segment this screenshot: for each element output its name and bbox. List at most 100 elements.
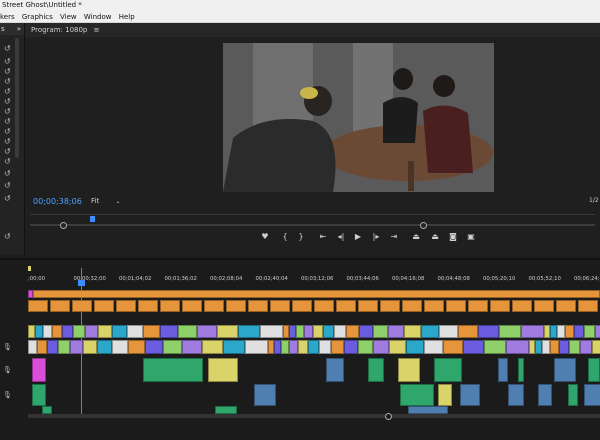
clip[interactable] xyxy=(223,340,245,354)
clip[interactable] xyxy=(298,340,308,354)
history-step-icon[interactable]: ↺ xyxy=(4,128,12,136)
clip[interactable] xyxy=(368,358,384,382)
clip[interactable] xyxy=(37,340,47,354)
step-back-icon[interactable]: ◂| xyxy=(335,231,347,243)
go-to-in-icon[interactable]: ⇤ xyxy=(317,231,329,243)
clip[interactable] xyxy=(398,358,420,382)
clip[interactable] xyxy=(446,300,466,312)
clip[interactable] xyxy=(358,300,378,312)
menu-item-markers[interactable]: kers xyxy=(0,13,15,21)
history-step-icon[interactable]: ↺ xyxy=(4,88,12,96)
clip[interactable] xyxy=(424,300,444,312)
clip[interactable] xyxy=(83,340,97,354)
clip[interactable] xyxy=(160,300,180,312)
program-monitor-tab[interactable]: Program: 1080p ≡ xyxy=(25,23,600,37)
clip[interactable] xyxy=(245,340,268,354)
clip[interactable] xyxy=(331,340,344,354)
clip[interactable] xyxy=(373,340,389,354)
play-icon[interactable]: ▶ xyxy=(352,231,364,243)
clip[interactable] xyxy=(70,340,83,354)
clip[interactable] xyxy=(73,325,85,338)
clip[interactable] xyxy=(85,325,98,338)
marker-track-top[interactable] xyxy=(28,290,600,298)
clip[interactable] xyxy=(550,340,559,354)
clip[interactable] xyxy=(402,300,422,312)
clip[interactable] xyxy=(463,340,484,354)
clip[interactable] xyxy=(47,340,58,354)
history-step-icon[interactable]: ↺ xyxy=(4,195,12,203)
zoom-handle-left[interactable] xyxy=(60,222,67,229)
clip[interactable] xyxy=(542,340,550,354)
clip[interactable] xyxy=(163,340,182,354)
history-step-icon[interactable]: ↺ xyxy=(4,138,12,146)
clip[interactable] xyxy=(568,384,578,406)
clip[interactable] xyxy=(43,325,52,338)
clip[interactable] xyxy=(478,325,499,338)
playhead-timecode[interactable]: 00;00;38;06 xyxy=(33,197,82,206)
clip[interactable] xyxy=(50,300,70,312)
clip[interactable] xyxy=(202,340,223,354)
menu-item-view[interactable]: View xyxy=(60,13,77,21)
clip[interactable] xyxy=(506,340,529,354)
clip[interactable] xyxy=(281,340,289,354)
clip[interactable] xyxy=(584,325,595,338)
clip[interactable] xyxy=(274,340,281,354)
panel-overflow-icon[interactable]: » xyxy=(17,23,21,35)
mark-in-icon[interactable]: { xyxy=(279,231,291,243)
clip[interactable] xyxy=(208,358,238,382)
clip[interactable] xyxy=(406,340,424,354)
clip[interactable] xyxy=(534,300,554,312)
clip[interactable] xyxy=(468,300,488,312)
zoom-handle-right[interactable] xyxy=(420,222,427,229)
clip[interactable] xyxy=(143,325,160,338)
clip[interactable] xyxy=(404,325,421,338)
clip[interactable] xyxy=(289,340,298,354)
clip[interactable] xyxy=(197,325,217,338)
clip[interactable] xyxy=(458,325,478,338)
video-track-v2[interactable] xyxy=(28,325,600,338)
clip[interactable] xyxy=(323,325,334,338)
clip[interactable] xyxy=(565,325,574,338)
history-step-icon[interactable]: ↺ xyxy=(4,170,12,178)
history-step-icon[interactable]: ↺ xyxy=(4,233,12,241)
clip[interactable] xyxy=(127,325,143,338)
menu-item-help[interactable]: Help xyxy=(119,13,135,21)
clip[interactable] xyxy=(35,325,43,338)
clip[interactable] xyxy=(304,325,313,338)
lift-icon[interactable]: ⏏ xyxy=(410,231,422,243)
export-frame-icon[interactable]: ◙ xyxy=(447,231,459,243)
clip[interactable] xyxy=(557,325,565,338)
clip[interactable] xyxy=(359,325,373,338)
history-step-icon[interactable]: ↺ xyxy=(4,158,12,166)
work-area-marker[interactable] xyxy=(28,266,31,271)
clip[interactable] xyxy=(388,325,404,338)
history-step-icon[interactable]: ↺ xyxy=(4,118,12,126)
clip[interactable] xyxy=(215,406,237,414)
clip[interactable] xyxy=(97,340,112,354)
clip[interactable] xyxy=(512,300,532,312)
clip[interactable] xyxy=(289,325,296,338)
clip[interactable] xyxy=(373,325,388,338)
clip[interactable] xyxy=(112,340,128,354)
history-step-icon[interactable]: ↺ xyxy=(4,68,12,76)
clip[interactable] xyxy=(498,358,508,382)
clip[interactable] xyxy=(226,300,246,312)
audio-track-a1[interactable] xyxy=(28,358,600,382)
history-step-icon[interactable]: ↺ xyxy=(4,108,12,116)
clip[interactable] xyxy=(145,340,163,354)
clip[interactable] xyxy=(443,340,463,354)
clip[interactable] xyxy=(28,325,35,338)
clip[interactable] xyxy=(424,340,443,354)
clip[interactable] xyxy=(217,325,238,338)
clip[interactable] xyxy=(116,300,136,312)
menu-item-window[interactable]: Window xyxy=(84,13,112,21)
compare-view-icon[interactable]: ▣ xyxy=(465,231,477,243)
clip[interactable] xyxy=(313,325,323,338)
clip[interactable] xyxy=(94,300,114,312)
timeline-ruler[interactable]: ;00;00 00;00;32;00 00;01;04;02 00;01;36;02 0… xyxy=(28,272,600,286)
clip[interactable] xyxy=(254,384,276,406)
clip[interactable] xyxy=(521,325,544,338)
clip[interactable] xyxy=(182,340,202,354)
clip[interactable] xyxy=(308,340,319,354)
clip[interactable] xyxy=(62,325,73,338)
